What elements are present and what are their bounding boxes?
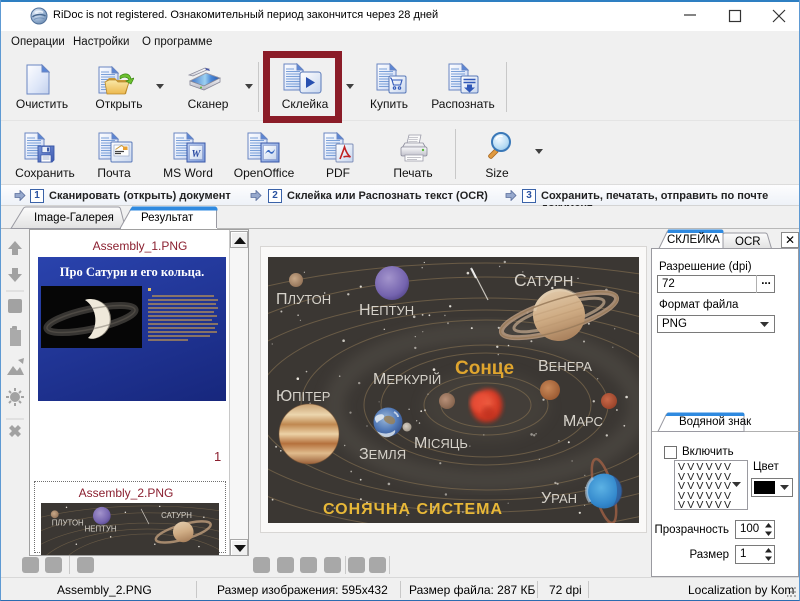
svg-text:САТУРН: САТУРН (161, 511, 192, 520)
svg-text:УРАН: УРАН (541, 490, 577, 507)
svg-text:СОНЯЧНА СИСТЕМА: СОНЯЧНА СИСТЕМА (323, 501, 503, 518)
svg-text:МЕРКУРІЙ: МЕРКУРІЙ (373, 371, 441, 388)
svg-text:МІСЯЦЬ: МІСЯЦЬ (414, 435, 468, 452)
svg-text:ПЛУТОН: ПЛУТОН (276, 291, 331, 308)
svg-text:W: W (192, 149, 202, 160)
svg-text:ПЛУТОН: ПЛУТОН (52, 519, 84, 528)
svg-text:Сонце: Сонце (455, 358, 514, 379)
svg-text:ЮПІТЕР: ЮПІТЕР (276, 388, 330, 405)
svg-text:МАРС: МАРС (563, 413, 603, 430)
svg-text:НЕПТУН: НЕПТУН (85, 524, 117, 533)
svg-text:НЕПТУН: НЕПТУН (359, 302, 414, 319)
svg-text:ЗЕМЛЯ: ЗЕМЛЯ (359, 446, 406, 463)
svg-text:ВЕНЕРА: ВЕНЕРА (538, 358, 592, 375)
